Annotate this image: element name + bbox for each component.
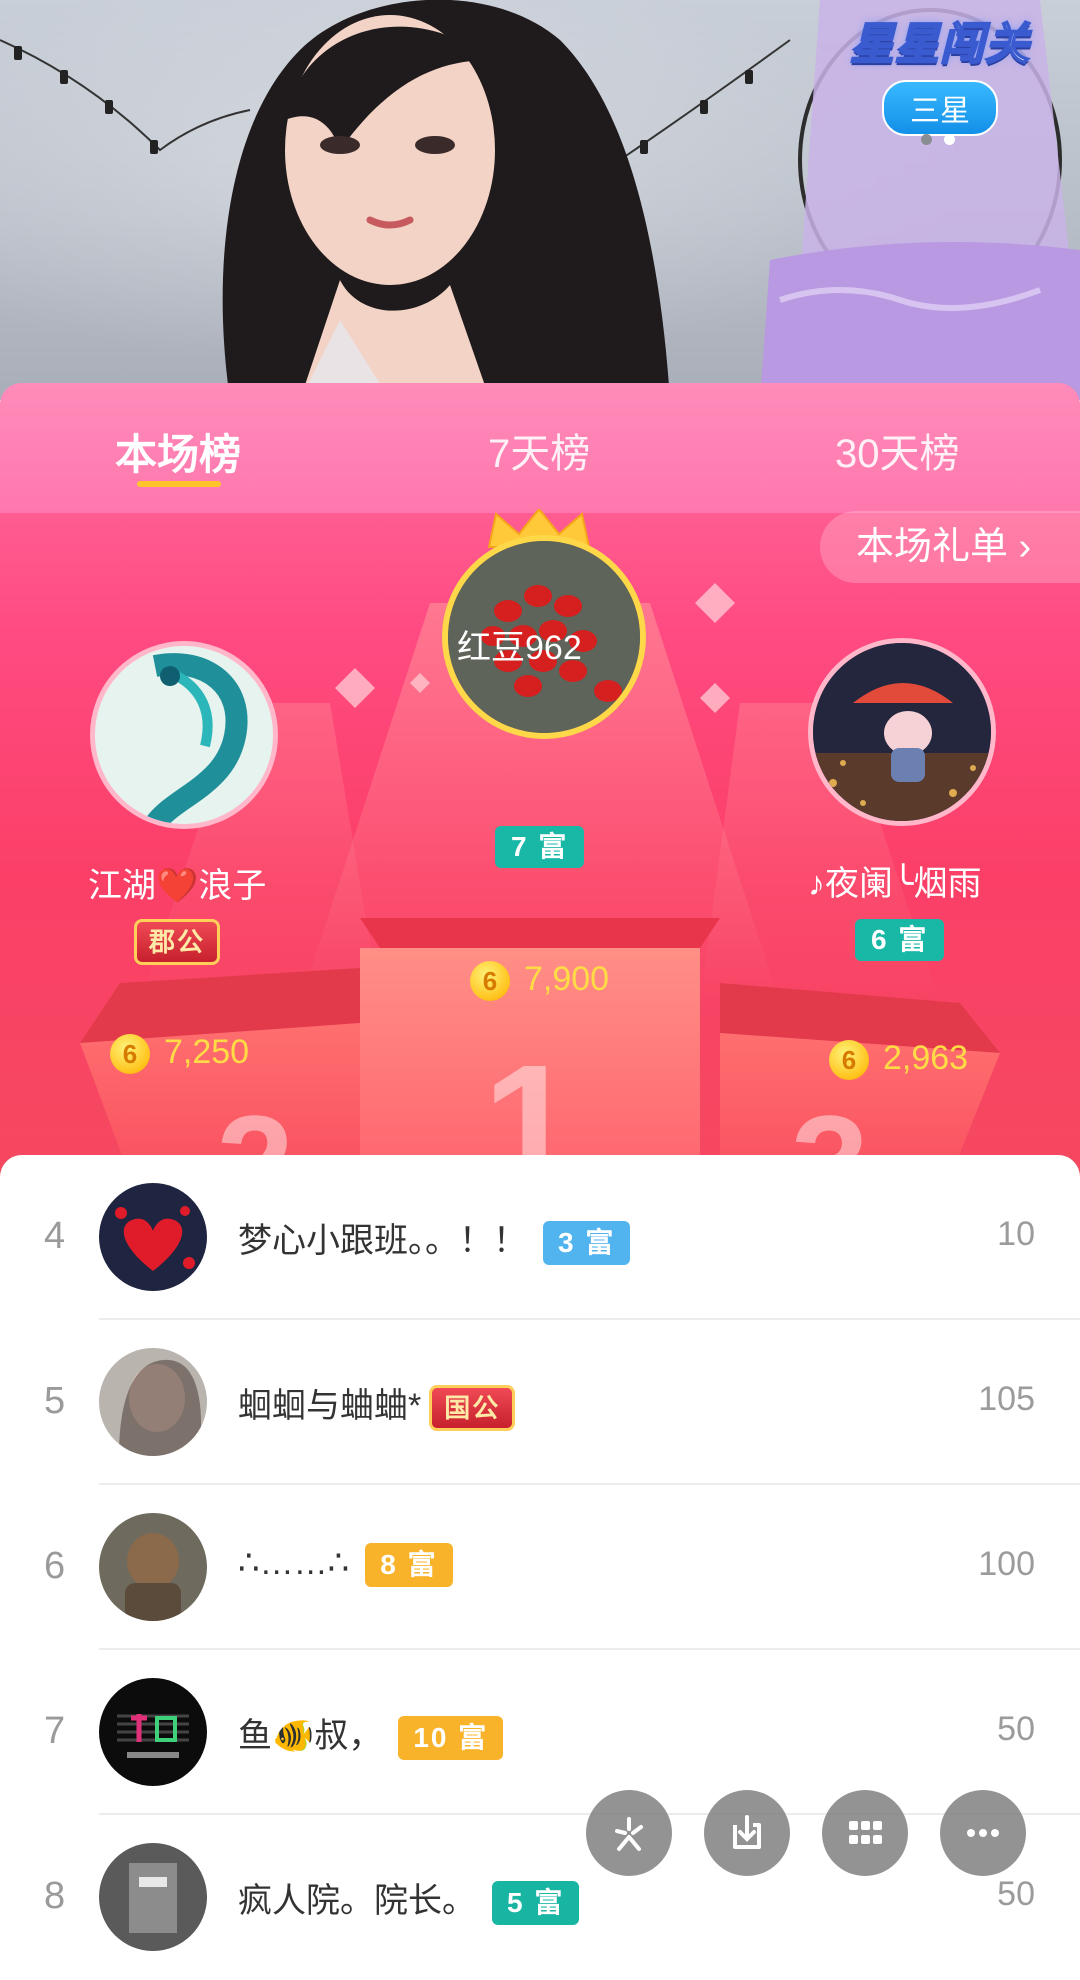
first-place-name: 红豆962 (457, 629, 582, 667)
rank-number: 6 (44, 1545, 66, 1587)
level-badge: 10 富 (398, 1716, 504, 1761)
sparkle-button[interactable] (586, 1790, 672, 1876)
contribution-value: 50 (997, 1710, 1035, 1748)
avatar[interactable] (99, 1513, 207, 1621)
download-button[interactable] (704, 1790, 790, 1876)
tab-30-days[interactable]: 30天榜 (835, 421, 960, 479)
second-place-score-value: 7,250 (164, 1033, 250, 1071)
list-item-name: 疯人院。院长。 5 富 (238, 1873, 580, 1926)
level-badge: 3 富 (543, 1221, 631, 1266)
active-tab-underline (137, 481, 221, 487)
first-place-score-value: 7,900 (524, 960, 610, 998)
star-level-pill: 三星 (882, 80, 998, 136)
coin-icon: 6 (829, 1040, 869, 1081)
contribution-value: 50 (997, 1875, 1035, 1913)
avatar[interactable] (99, 1678, 207, 1786)
list-item-name: 梦心小跟班。。！！ 3 富 (238, 1213, 631, 1266)
list-item-name: 蛔蛔与蛐蛐* 国公 (238, 1378, 516, 1432)
gift-list-link[interactable]: 本场礼单 › (820, 511, 1080, 583)
second-place-avatar[interactable] (90, 641, 278, 829)
game-badge[interactable]: 星星闯关 三星 (849, 8, 1030, 136)
user-name: 蛔蛔与蛐蛐* (238, 1387, 422, 1425)
level-badge: 8 富 (365, 1543, 453, 1588)
list-item-name: 鱼🐠叔， 10 富 (238, 1708, 504, 1761)
noble-badge: 国公 (429, 1385, 516, 1432)
live-video[interactable]: 星星闯关 三星 (0, 0, 1080, 400)
carousel-dot-active (944, 134, 955, 145)
avatar[interactable] (99, 1843, 207, 1951)
avatar[interactable] (99, 1348, 207, 1456)
list-item[interactable]: 5 蛔蛔与蛐蛐* 国公 105 (0, 1320, 1080, 1485)
second-place-noble-badge: 郡公 (134, 919, 221, 965)
contribution-value: 10 (997, 1215, 1035, 1253)
rank-number: 4 (44, 1215, 66, 1257)
coin-icon: 6 (110, 1034, 150, 1075)
grid-icon (849, 1821, 882, 1844)
ranking-list[interactable]: 4 梦心小跟班。。！！ 3 富 10 5 蛔蛔与蛐蛐* 国公 105 6 ∴……… (0, 1155, 1080, 1951)
rank-number: 7 (44, 1710, 66, 1752)
game-title: 星星闯关 (849, 19, 1030, 70)
user-name: 梦心小跟班。。！！ (238, 1222, 527, 1260)
coin-icon: 6 (470, 961, 510, 1002)
list-item[interactable]: 6 ∴……∴ 8 富 100 (0, 1485, 1080, 1650)
third-place-name: ♪夜阑╰烟雨 (808, 865, 982, 903)
second-place-name: 江湖❤️浪子 (88, 867, 267, 905)
list-item-name: ∴……∴ 8 富 (238, 1543, 453, 1588)
streamer-figure (222, 0, 670, 400)
third-place-score-value: 2,963 (883, 1039, 969, 1077)
user-name: 鱼🐠叔， (238, 1717, 383, 1755)
third-place-avatar[interactable] (808, 638, 996, 826)
rank-number: 5 (44, 1380, 66, 1422)
list-item[interactable]: 8 疯人院。院长。 5 富 50 (0, 1815, 1080, 1980)
rank-number: 8 (44, 1875, 66, 1917)
contribution-value: 100 (978, 1545, 1035, 1583)
second-place-score: 6 7,250 (110, 1033, 250, 1075)
first-place-score: 6 7,900 (470, 960, 610, 1002)
user-name: ∴……∴ (238, 1544, 350, 1582)
avatar[interactable] (99, 1183, 207, 1291)
first-place-level-badge: 7 富 (495, 826, 585, 868)
carousel-dots (915, 132, 961, 150)
ranking-panel: 1 2 3 本场榜 7天榜 30天榜 本场礼单 › 红豆962 7 富 江湖❤️… (0, 383, 1080, 1203)
level-badge: 5 富 (492, 1881, 580, 1926)
tabs-bar: 本场榜 7天榜 30天榜 (0, 383, 1080, 513)
more-icon (967, 1829, 999, 1837)
carousel-dot (921, 134, 932, 145)
more-button[interactable] (940, 1790, 1026, 1876)
sparkle-icon (615, 1817, 643, 1851)
user-name: 疯人院。院长。 (238, 1882, 476, 1920)
tab-current-session[interactable]: 本场榜 (115, 421, 241, 482)
third-place-level-badge: 6 富 (855, 919, 945, 961)
tab-7-days[interactable]: 7天榜 (488, 421, 590, 479)
list-item[interactable]: 7 鱼🐠叔， 10 富 50 (0, 1650, 1080, 1815)
third-place-score: 6 2,963 (829, 1039, 969, 1081)
download-icon (733, 1815, 761, 1849)
apps-button[interactable] (822, 1790, 908, 1876)
contribution-value: 105 (978, 1380, 1035, 1418)
list-item[interactable]: 4 梦心小跟班。。！！ 3 富 10 (0, 1155, 1080, 1320)
